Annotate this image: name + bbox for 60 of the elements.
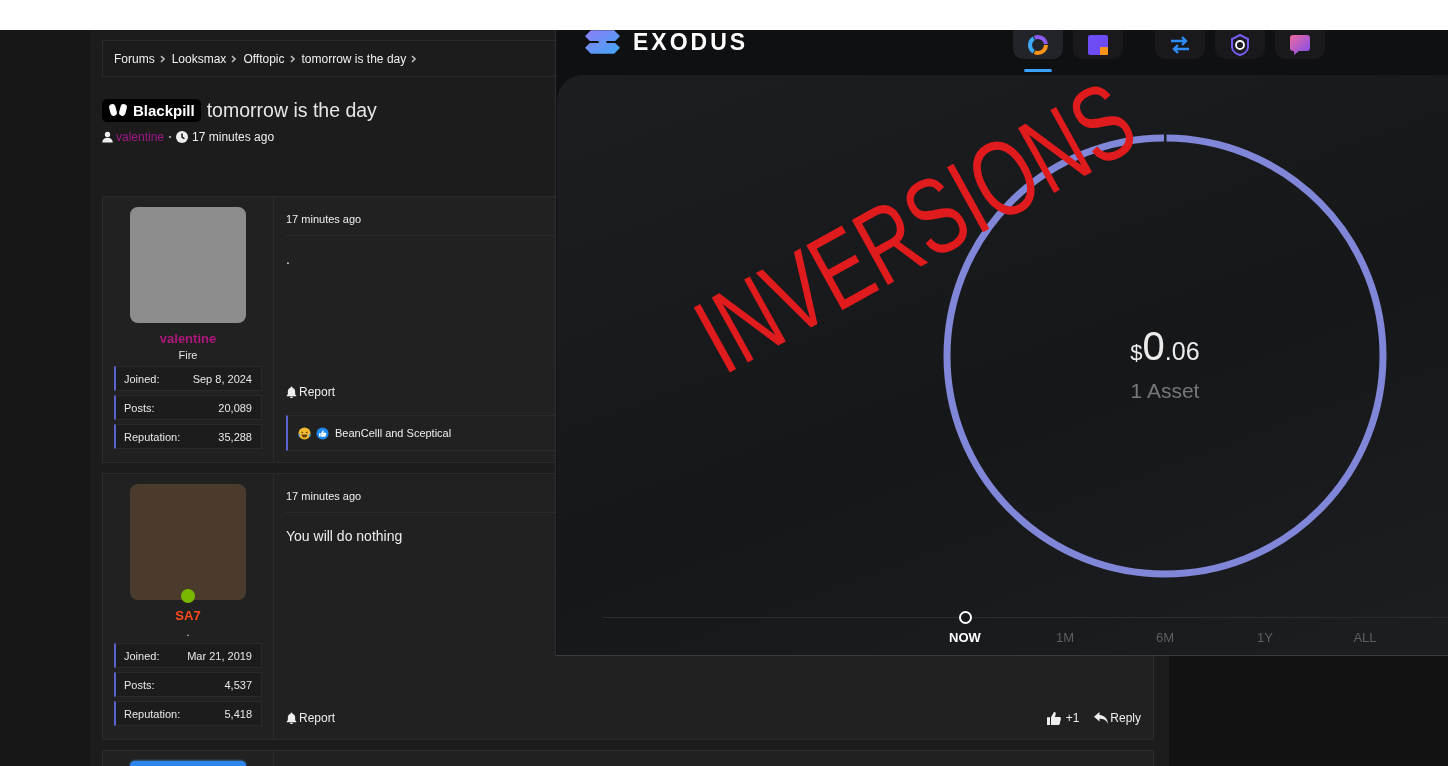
- reply-icon: [1094, 712, 1109, 724]
- swap-arrows-icon: [1169, 35, 1191, 54]
- stat-value: 4,537: [224, 678, 252, 691]
- chat-bubble-icon: [1290, 34, 1310, 55]
- report-link[interactable]: Report: [286, 385, 336, 399]
- post-time-link[interactable]: 17 minutes ago: [286, 213, 362, 225]
- thumbs-up-emoji-icon: [316, 426, 329, 440]
- stat-label: Joined:: [124, 372, 160, 385]
- user-icon: [102, 131, 113, 143]
- app-tile-button[interactable]: [1275, 30, 1325, 59]
- chevron-icon: [159, 54, 165, 63]
- app-tile-button[interactable]: [1155, 30, 1205, 59]
- chevron-icon: [231, 54, 237, 63]
- app-tile-button[interactable]: [1013, 30, 1063, 59]
- breadcrumb-link[interactable]: Forums: [114, 51, 155, 66]
- shield-icon: [1230, 33, 1250, 56]
- reactions-link[interactable]: BeanCelll and Sceptical: [335, 427, 452, 439]
- square-icon: [1088, 34, 1108, 55]
- stat-value: Mar 21, 2019: [187, 649, 252, 662]
- user-title: .: [186, 625, 190, 640]
- selected-indicator: [1024, 69, 1052, 72]
- user-title: Fire: [178, 348, 198, 363]
- app-tile-button[interactable]: [1073, 30, 1123, 59]
- thread-prefix-tag[interactable]: Blackpill: [102, 98, 201, 122]
- post-body-text: You will do nothing: [286, 528, 403, 544]
- thumbs-up-icon: [1046, 711, 1061, 725]
- breadcrumb-link[interactable]: Looksmax: [171, 51, 227, 66]
- app-tile-button[interactable]: [1215, 30, 1265, 59]
- username-link[interactable]: SA7: [175, 608, 201, 624]
- app-logo-text: EXODUS: [633, 30, 749, 54]
- stat-value: 20,089: [218, 401, 252, 414]
- timeline-marker-icon: [958, 611, 972, 624]
- donut-icon: [1027, 33, 1049, 56]
- asset-count: 1 Asset: [1130, 377, 1200, 404]
- laughing-tears-emoji-icon: [298, 426, 311, 440]
- bell-icon: [286, 712, 297, 724]
- thread-title: tomorrow is the day: [206, 98, 377, 122]
- capsules-icon: [108, 103, 128, 117]
- chevron-icon: [411, 54, 417, 63]
- like-button[interactable]: +1: [1046, 711, 1080, 725]
- range-tab[interactable]: NOW: [949, 630, 981, 646]
- stat-label: Posts:: [124, 401, 155, 414]
- logo-icon: [585, 30, 620, 54]
- stat-value: Sep 8, 2024: [192, 372, 252, 385]
- stat-label: Reputation:: [124, 707, 181, 720]
- reply-link[interactable]: Reply: [1094, 711, 1141, 725]
- stat-label: Posts:: [124, 678, 155, 691]
- report-link[interactable]: Report: [286, 711, 336, 725]
- breadcrumb-link[interactable]: tomorrow is the day: [301, 51, 407, 66]
- stat-label: Reputation:: [124, 430, 181, 443]
- post-time-link[interactable]: 17 minutes ago: [286, 490, 362, 502]
- clock-icon: [176, 131, 189, 143]
- stat-label: Joined:: [124, 649, 160, 662]
- post-body-text: .: [286, 251, 290, 267]
- chevron-icon: [289, 54, 295, 63]
- thread-time-link[interactable]: 17 minutes ago: [192, 130, 275, 144]
- stat-value: 35,288: [218, 430, 252, 443]
- breadcrumb-link[interactable]: Offtopic: [243, 51, 285, 66]
- bell-icon: [286, 386, 297, 398]
- stat-value: 5,418: [224, 707, 252, 720]
